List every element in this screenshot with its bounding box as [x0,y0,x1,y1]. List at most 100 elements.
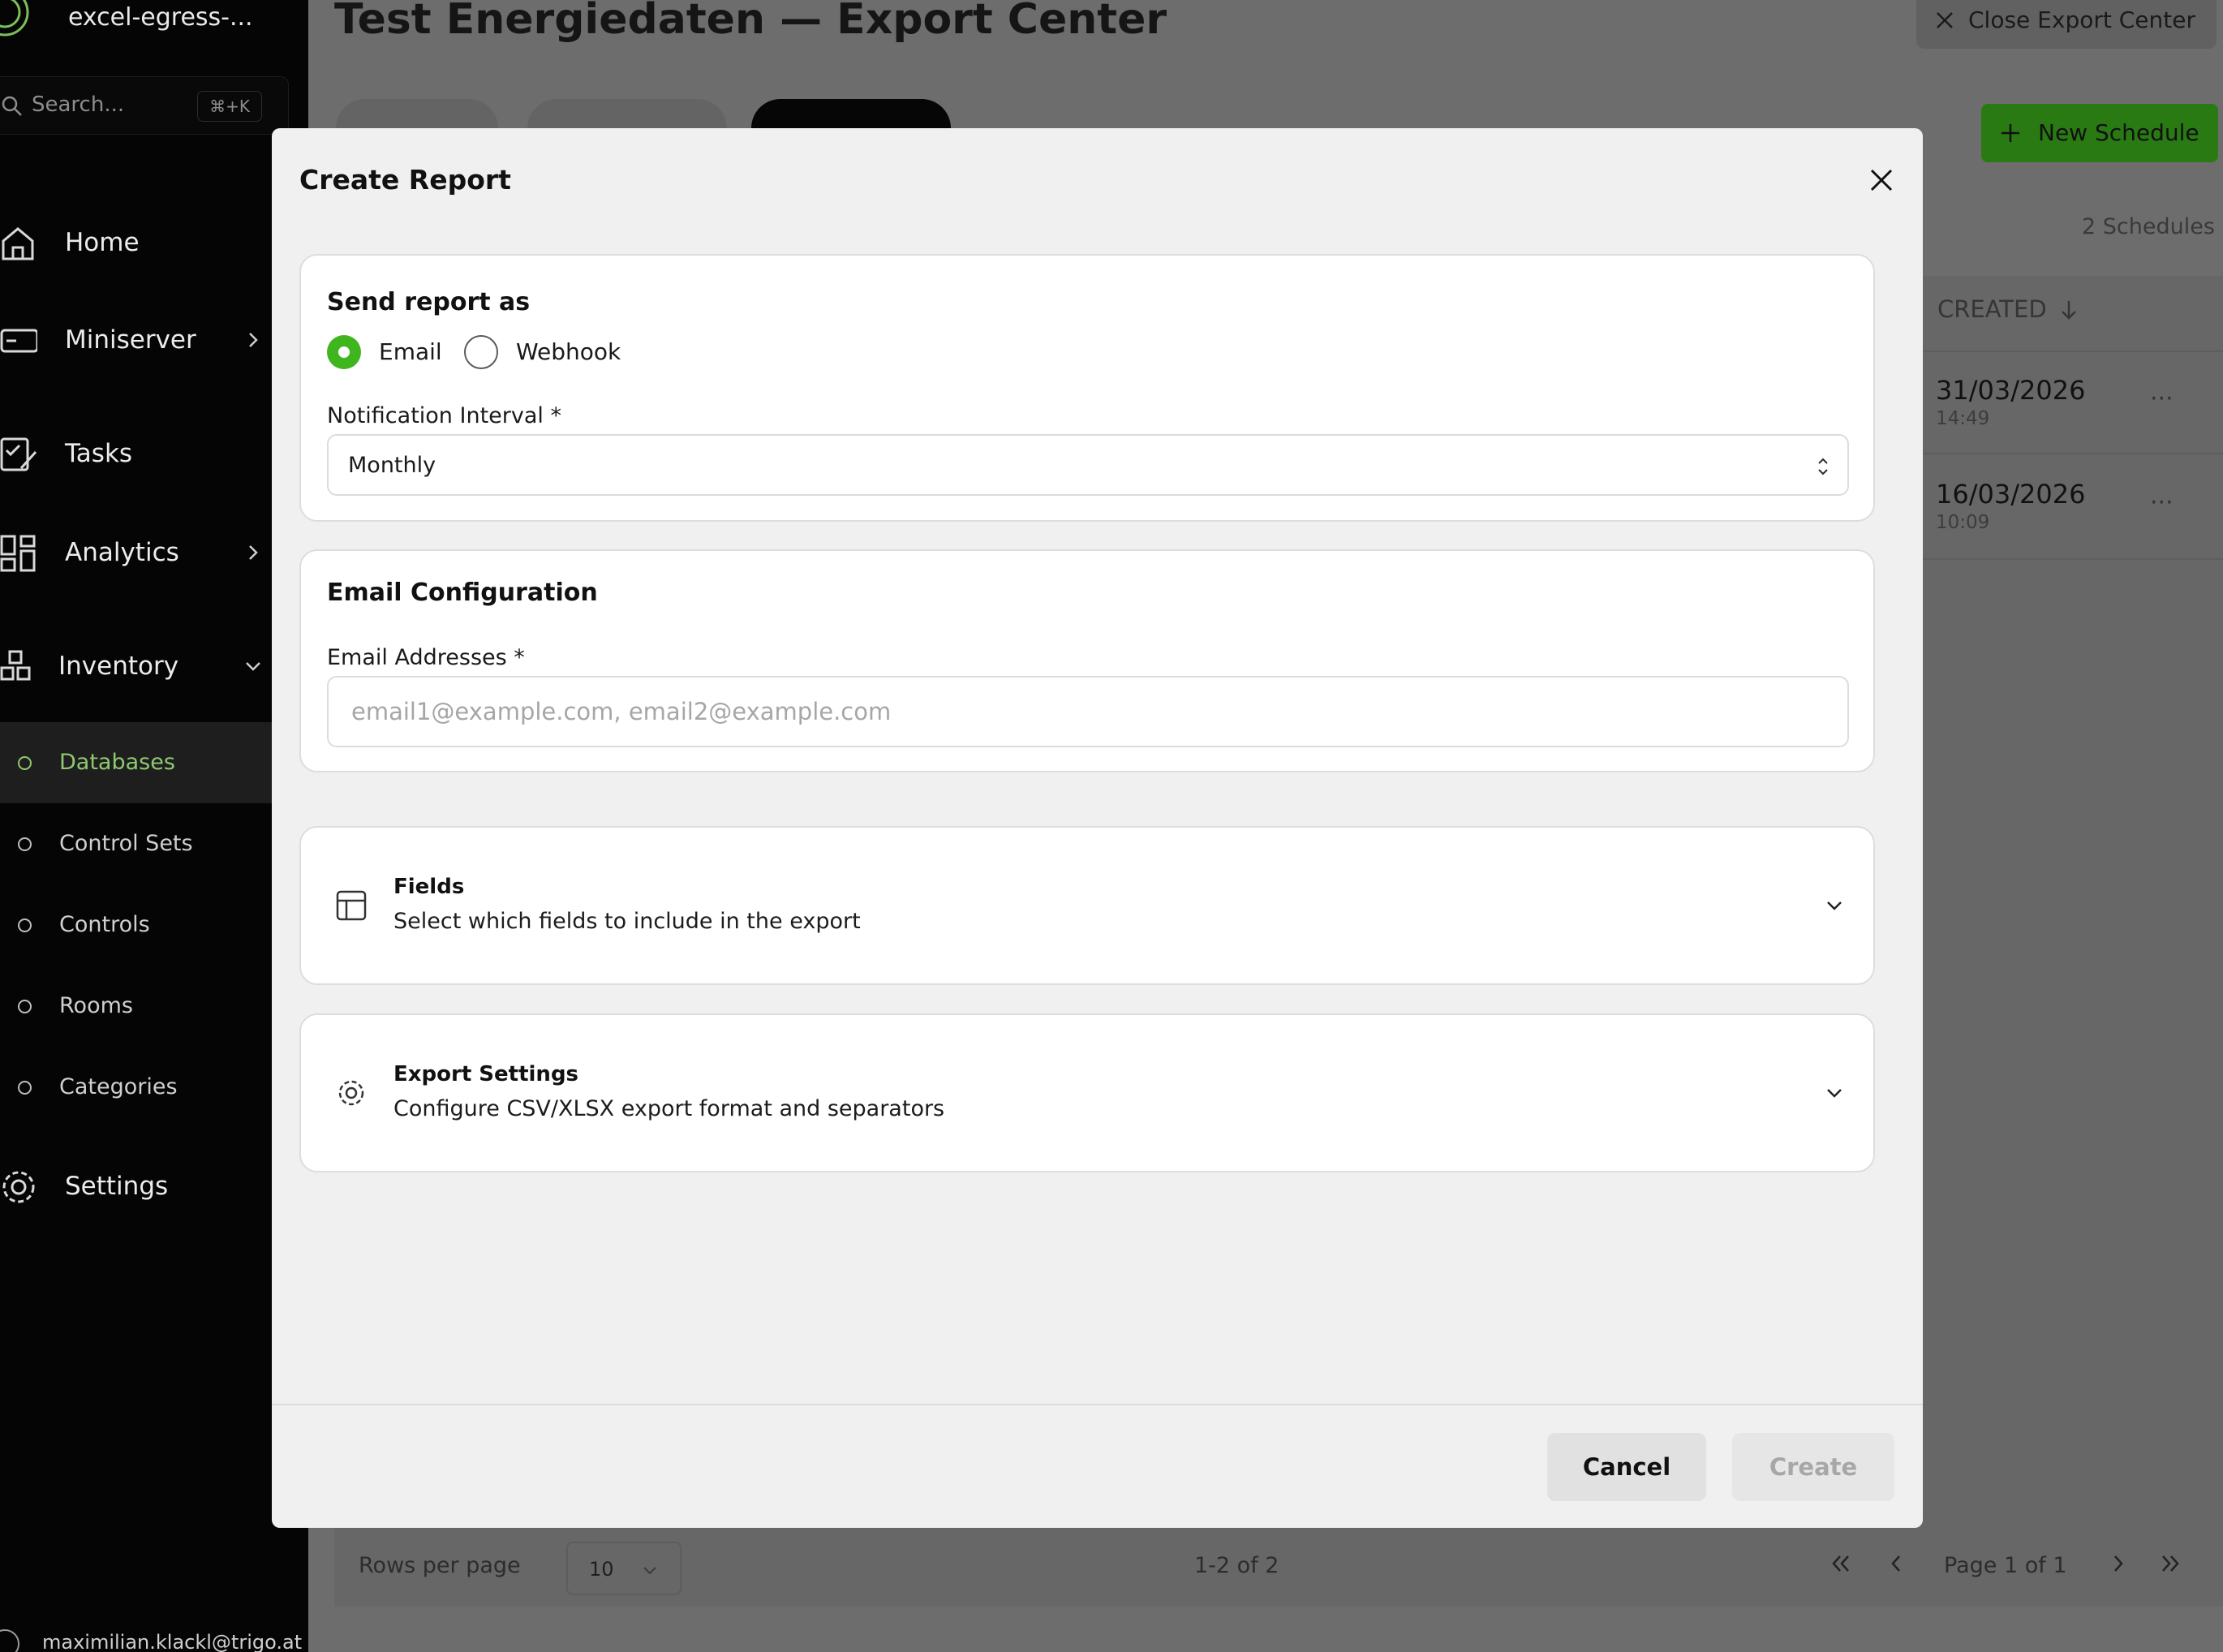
export-settings-description: Configure CSV/XLSX export format and sep… [393,1096,945,1121]
rows-per-page-select[interactable]: 10 [566,1542,682,1595]
radio-webhook[interactable] [464,335,498,369]
new-schedule-button[interactable]: New Schedule [1981,104,2218,162]
logo-icon [0,0,29,37]
dashboard-icon [0,535,36,572]
sidebar-item-inventory[interactable]: Inventory [0,637,308,694]
create-report-dialog: Create Report Send report as Email Webho… [272,128,1923,1528]
close-icon[interactable] [1865,164,1898,196]
chevron-right-icon [249,545,258,560]
sidebar-subitem-controls[interactable]: Controls [0,884,308,966]
row-actions-button[interactable]: ··· [2150,385,2174,413]
footer-divider [272,1404,1923,1405]
user-profile[interactable]: maximilian.klackl@trigo.at [0,1624,308,1652]
export-settings-accordion[interactable]: Export Settings Configure CSV/XLSX expor… [299,1013,1875,1172]
page-indicator: Page 1 of 1 [1944,1553,2067,1578]
pagination-range: 1-2 of 2 [1194,1553,1279,1578]
close-export-center-label: Close Export Center [1968,6,2195,33]
send-report-as-card: Send report as Email Webhook Notificatio… [299,254,1875,522]
table-icon [336,890,367,921]
search-shortcut: ⌘+K [197,91,262,122]
arrow-down-icon [2062,301,2076,320]
close-export-center-button[interactable]: Close Export Center [1916,0,2217,49]
sidebar-subitem-label: Databases [59,750,175,775]
close-icon [1937,12,1953,28]
create-button[interactable]: Create [1732,1433,1894,1501]
workspace-name: excel-egress-... [68,3,253,32]
sidebar: excel-egress-... Search... ⌘+K Home Mini… [0,0,308,1652]
email-addresses-label: Email Addresses * [327,645,525,670]
radio-email-label[interactable]: Email [379,338,442,365]
schedule-count: 2 Schedules [2082,214,2215,239]
sidebar-subitem-control-sets[interactable]: Control Sets [0,803,308,884]
workspace-switcher[interactable]: excel-egress-... [0,0,308,49]
search-placeholder: Search... [32,92,125,117]
email-addresses-input[interactable] [327,676,1849,747]
sidebar-subitem-databases[interactable]: Databases [0,722,308,803]
prev-page-icon[interactable] [1882,1550,1910,1577]
chevron-down-icon [643,1567,656,1575]
bullet-icon [18,1000,32,1013]
table-divider [1923,351,2223,352]
fields-title: Fields [393,875,465,899]
row-created-date: 16/03/2026 [1936,479,2086,510]
sidebar-subitem-label: Categories [59,1074,178,1099]
row-created-time: 14:49 [1936,408,1990,429]
dialog-title: Create Report [299,164,511,196]
fields-accordion[interactable]: Fields Select which fields to include in… [299,826,1875,985]
export-settings-title: Export Settings [393,1062,579,1086]
table-divider [1923,453,2223,454]
notification-interval-value: Monthly [348,453,436,478]
sidebar-item-label: Inventory [58,652,179,681]
row-actions-button[interactable]: ··· [2150,488,2174,517]
fields-description: Select which fields to include in the ex… [393,909,861,934]
sidebar-item-label: Tasks [65,439,133,468]
sidebar-item-settings[interactable]: Settings [0,1157,308,1214]
sidebar-item-label: Settings [65,1172,169,1201]
bullet-icon [18,756,32,770]
home-icon [2,227,34,260]
notification-interval-select[interactable]: Monthly [327,434,1849,496]
first-page-icon[interactable] [1827,1550,1855,1577]
new-schedule-label: New Schedule [2038,119,2199,146]
notification-interval-label: Notification Interval * [327,403,561,428]
sidebar-subitem-label: Control Sets [59,831,193,856]
sidebar-item-analytics[interactable]: Analytics [0,523,308,580]
sidebar-subitem-label: Controls [59,912,150,937]
radio-webhook-label[interactable]: Webhook [516,338,621,365]
chevron-up-down-icon [1818,458,1828,475]
search-icon [2,96,22,116]
table-divider [1923,558,2223,560]
radio-email[interactable] [327,335,361,369]
email-configuration-title: Email Configuration [327,579,598,607]
sidebar-item-label: Home [65,228,140,257]
sidebar-subitem-rooms[interactable]: Rooms [0,966,308,1047]
user-email: maximilian.klackl@trigo.at [42,1631,303,1652]
created-column-header[interactable]: CREATED [1937,295,2047,323]
email-configuration-card: Email Configuration Email Addresses * [299,549,1875,772]
sidebar-item-label: Analytics [65,538,179,567]
chevron-down-icon [1827,1089,1842,1098]
row-created-date: 31/03/2026 [1936,375,2086,406]
plus-icon [2002,124,2019,142]
cancel-button[interactable]: Cancel [1547,1433,1706,1501]
sidebar-item-home[interactable]: Home [0,213,308,270]
gear-icon [338,1080,364,1106]
next-page-icon[interactable] [2105,1550,2132,1577]
sidebar-item-miniserver[interactable]: Miniserver [0,311,308,368]
last-page-icon[interactable] [2156,1550,2184,1577]
tasks-icon [0,437,37,471]
avatar [0,1629,19,1652]
sidebar-subitem-label: Rooms [59,993,133,1018]
search-box[interactable]: Search... ⌘+K [0,76,289,135]
bullet-icon [18,837,32,851]
sidebar-item-tasks[interactable]: Tasks [0,424,308,481]
rows-per-page-label: Rows per page [359,1553,521,1578]
sidebar-item-label: Miniserver [65,325,196,355]
inventory-icon [0,650,31,681]
row-created-time: 10:09 [1936,512,1990,533]
chevron-down-icon [1827,901,1842,910]
server-icon [0,329,37,353]
page-title: Test Energiedaten — Export Center [334,0,1167,44]
sidebar-subitem-categories[interactable]: Categories [0,1047,308,1128]
send-report-as-title: Send report as [327,288,531,316]
